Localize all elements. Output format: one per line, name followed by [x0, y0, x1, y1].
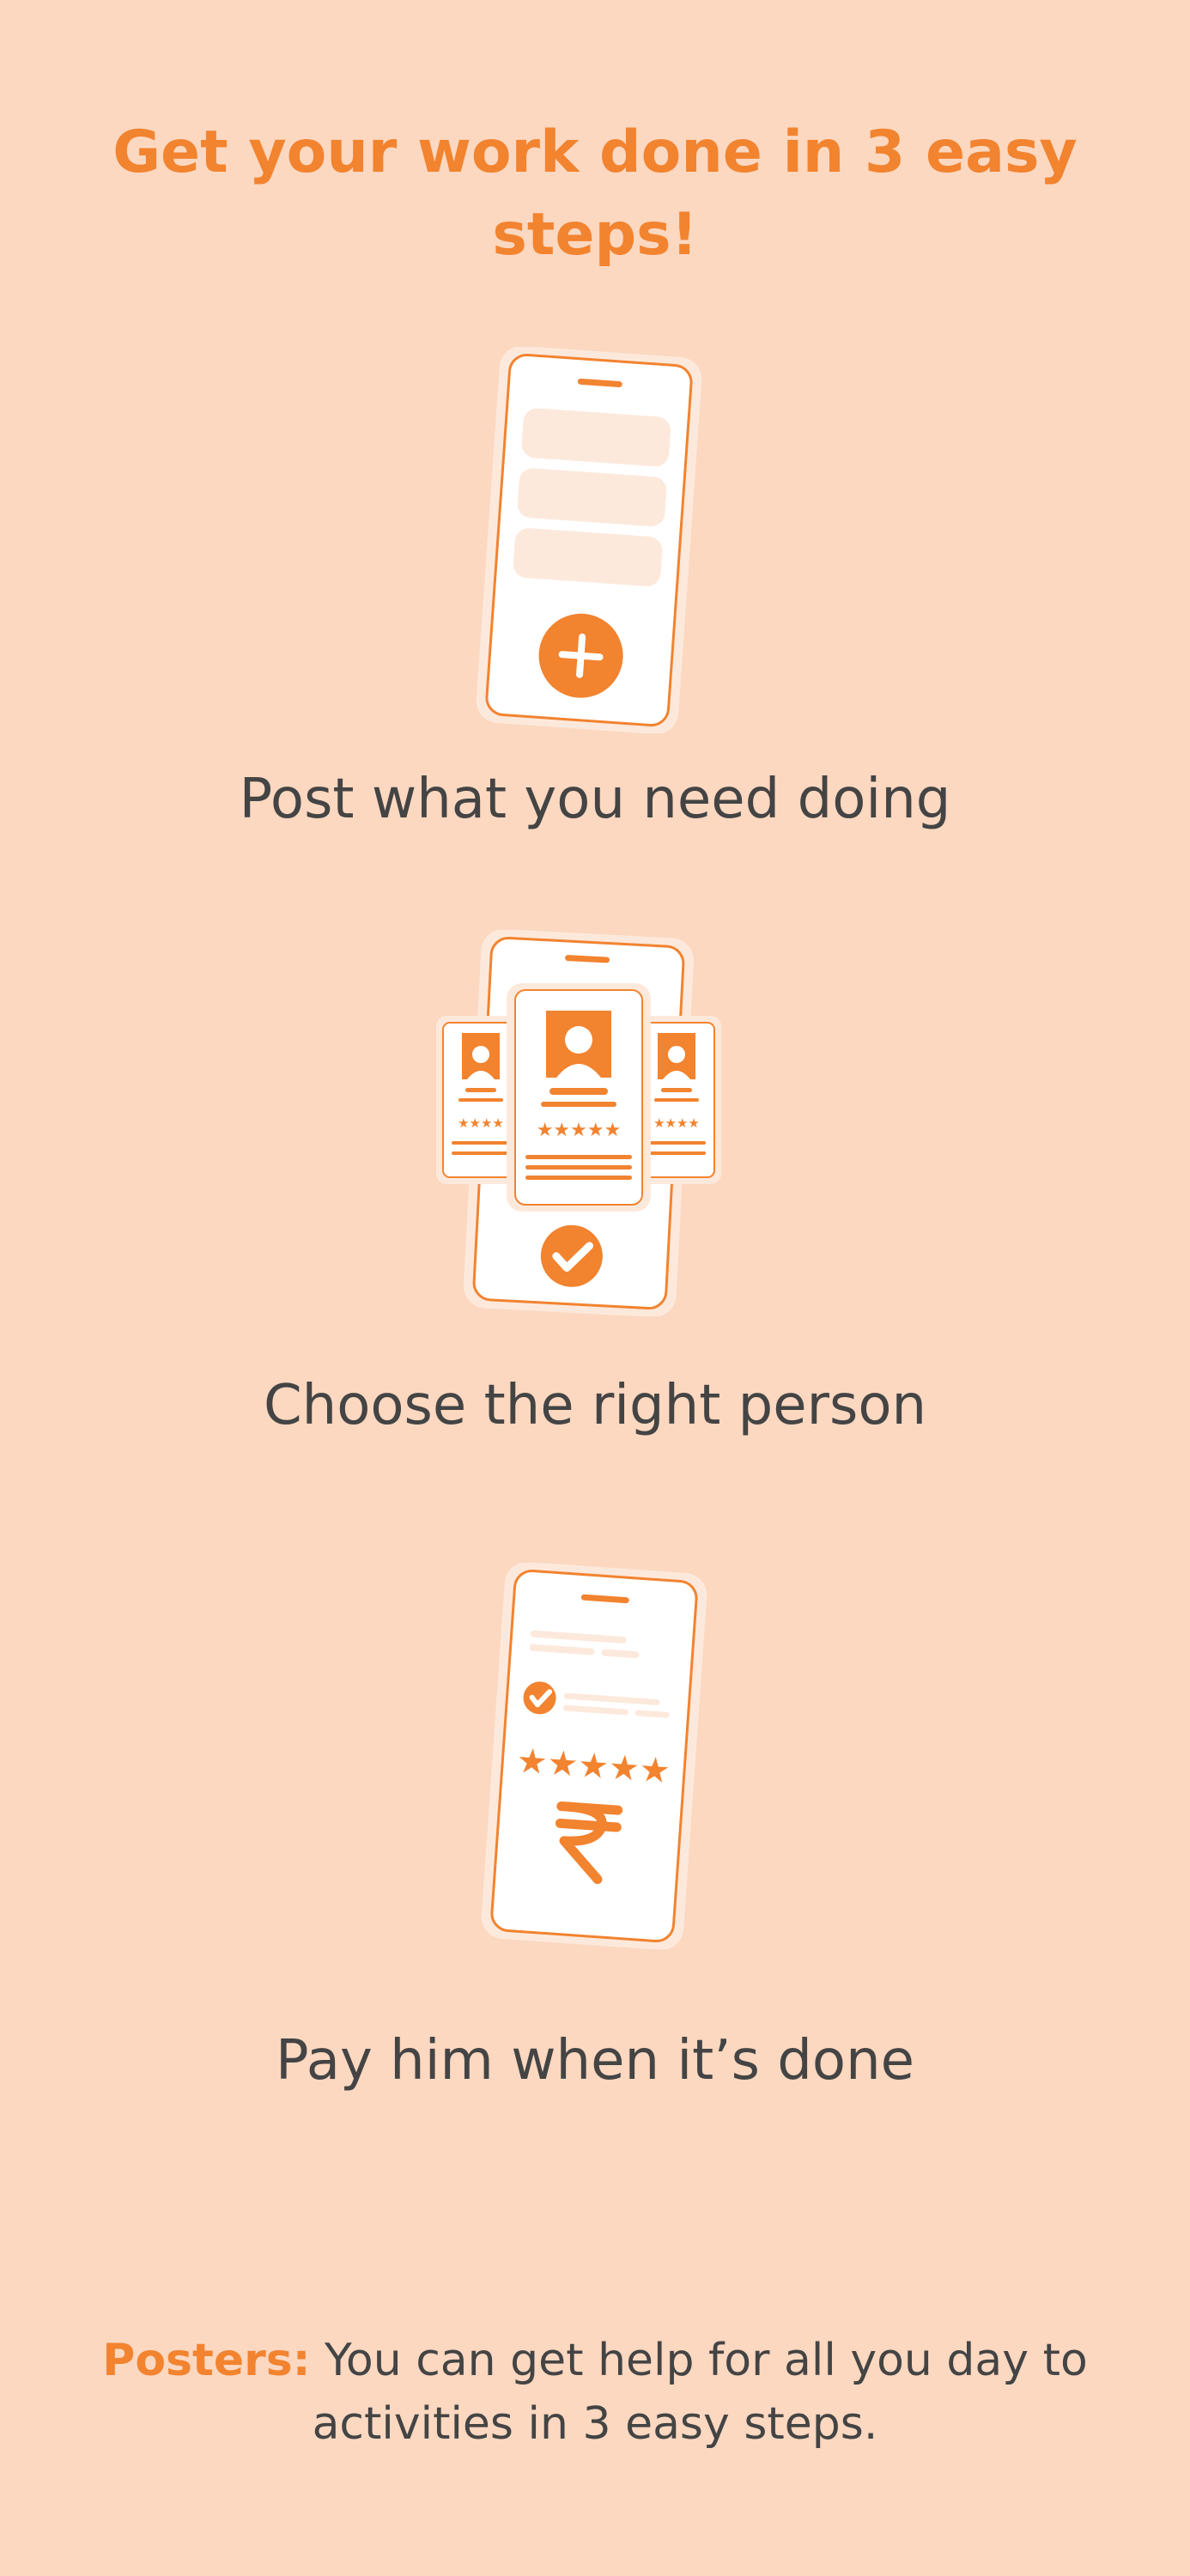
phone-profile-cards-icon: ★★★★ ★★★★ ★★★★★	[436, 930, 721, 1316]
footer-lead-label: Posters:	[102, 2335, 311, 2386]
phone-payment-rupee-icon: ★★★★★	[481, 1563, 707, 1949]
step-label-post: Post what you need doing	[239, 768, 951, 831]
footer-line-1-text: You can get help for all you day to	[325, 2335, 1088, 2386]
footer-note-line-2: activities in 3 easy steps.	[312, 2398, 878, 2450]
footer-note-line-1: Posters: You can get help for all you da…	[0, 2329, 1190, 2392]
footer-note: Posters: You can get help for all you da…	[0, 2329, 1190, 2456]
step-label-pay: Pay him when it’s done	[276, 2029, 914, 2093]
page-title-line-2: steps!	[492, 201, 698, 269]
step-label-choose: Choose the right person	[263, 1374, 927, 1437]
svg-text:★★★★: ★★★★	[653, 1115, 700, 1131]
svg-text:★★★★★: ★★★★★	[537, 1120, 622, 1141]
page-title: Get your work done in 3 easy steps!	[0, 112, 1190, 276]
phone-post-plus-icon	[476, 347, 702, 733]
svg-text:★★★★: ★★★★	[458, 1115, 504, 1131]
page-title-line-1: Get your work done in 3 easy	[112, 118, 1078, 186]
